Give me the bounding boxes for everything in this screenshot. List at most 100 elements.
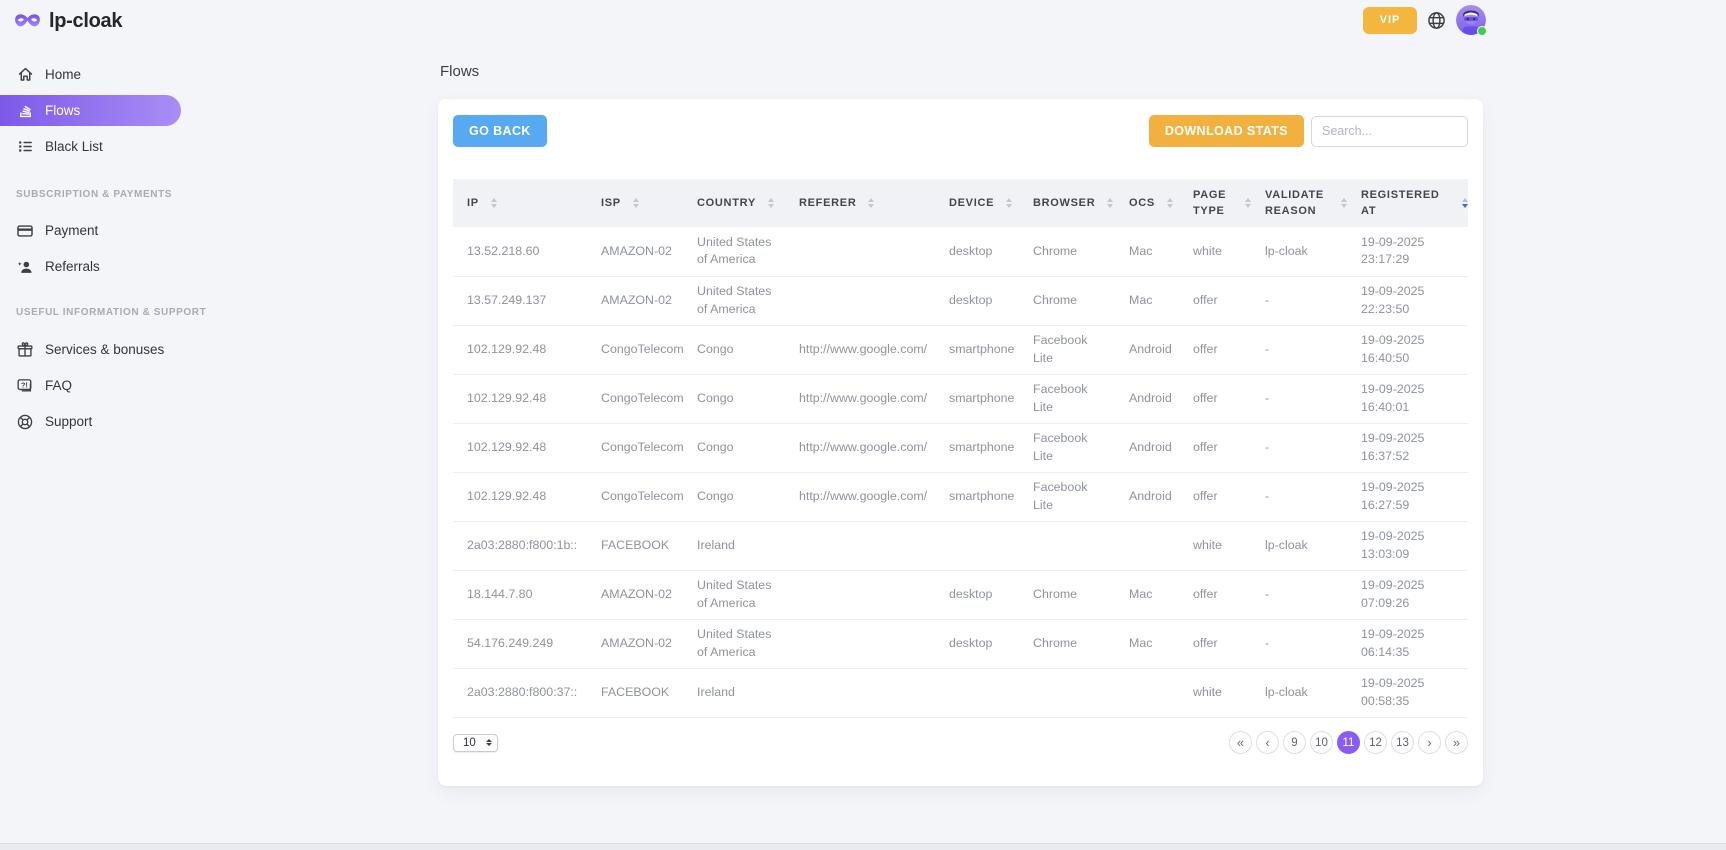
table-row: 2a03:2880:f800:1b::FACEBOOKIrelandwhitel… xyxy=(453,521,1468,570)
cell-country: Ireland xyxy=(683,521,785,570)
sort-icon xyxy=(868,198,874,208)
column-header-validate-reason[interactable]: VALIDATE REASON xyxy=(1251,179,1347,227)
sidebar-item-referrals[interactable]: Referrals xyxy=(0,251,181,282)
toolbar-right: DOWNLOAD STATS xyxy=(1149,115,1468,147)
cell-ocs: Mac xyxy=(1115,276,1179,325)
list-icon xyxy=(16,138,34,156)
cell-validate_reason: - xyxy=(1251,472,1347,521)
sidebar-section-subscription: SUBSCRIPTION & PAYMENTS xyxy=(0,189,181,200)
page-title: Flows xyxy=(438,55,1483,99)
cell-registered_at: 19-09-2025 16:40:01 xyxy=(1347,374,1468,423)
vip-button[interactable]: VIP xyxy=(1363,7,1417,34)
user-avatar[interactable] xyxy=(1456,5,1486,35)
cell-page_type: offer xyxy=(1179,374,1251,423)
sidebar-item-faq[interactable]: ?! FAQ xyxy=(0,370,181,401)
cell-device: desktop xyxy=(935,619,1019,668)
next-page-button[interactable]: › xyxy=(1418,731,1441,754)
last-page-button[interactable]: » xyxy=(1445,731,1468,754)
cell-isp: AMAZON-02 xyxy=(587,570,683,619)
sort-icon xyxy=(633,198,639,208)
cell-registered_at: 19-09-2025 07:09:26 xyxy=(1347,570,1468,619)
page-button-13[interactable]: 13 xyxy=(1391,731,1414,754)
page-button-10[interactable]: 10 xyxy=(1310,731,1333,754)
language-globe-icon[interactable] xyxy=(1427,11,1446,30)
cell-validate_reason: - xyxy=(1251,276,1347,325)
cell-validate_reason: lp-cloak xyxy=(1251,227,1347,276)
cell-device: smartphone xyxy=(935,423,1019,472)
cell-validate_reason: lp-cloak xyxy=(1251,668,1347,717)
cell-referer: http://www.google.com/ xyxy=(785,374,935,423)
cell-ip: 13.57.249.137 xyxy=(453,276,587,325)
sidebar-item-home[interactable]: Home xyxy=(0,59,181,90)
sidebar-item-black-list[interactable]: Black List xyxy=(0,131,181,162)
go-back-button[interactable]: GO BACK xyxy=(453,115,547,147)
cell-referer xyxy=(785,668,935,717)
search-input[interactable] xyxy=(1311,116,1468,147)
sidebar-item-payment[interactable]: Payment xyxy=(0,215,181,246)
sidebar-item-support[interactable]: Support xyxy=(0,406,181,437)
cell-registered_at: 19-09-2025 16:37:52 xyxy=(1347,423,1468,472)
cell-registered_at: 19-09-2025 16:27:59 xyxy=(1347,472,1468,521)
cell-device: smartphone xyxy=(935,374,1019,423)
cell-ocs xyxy=(1115,521,1179,570)
cell-device: desktop xyxy=(935,570,1019,619)
page-button-12[interactable]: 12 xyxy=(1364,731,1387,754)
page-button-9[interactable]: 9 xyxy=(1283,731,1306,754)
column-label: IP xyxy=(467,195,479,212)
column-header-isp[interactable]: ISP xyxy=(587,179,683,227)
column-header-ip[interactable]: IP xyxy=(453,179,587,227)
cell-country: Ireland xyxy=(683,668,785,717)
column-label: PAGE TYPE xyxy=(1193,187,1233,220)
page-button-11[interactable]: 11 xyxy=(1337,731,1360,754)
column-header-browser[interactable]: BROWSER xyxy=(1019,179,1115,227)
logo-text: lp-cloak xyxy=(49,10,122,33)
column-header-device[interactable]: DEVICE xyxy=(935,179,1019,227)
first-page-button[interactable]: « xyxy=(1229,731,1252,754)
faq-bubble-icon: ?! xyxy=(16,377,34,395)
page-size-select[interactable]: 10 xyxy=(453,734,498,752)
cell-referer xyxy=(785,276,935,325)
gift-icon xyxy=(16,341,34,359)
sidebar-item-flows[interactable]: Flows xyxy=(0,95,181,126)
table-row: 2a03:2880:f800:37::FACEBOOKIrelandwhitel… xyxy=(453,668,1468,717)
flows-card: GO BACK DOWNLOAD STATS IP ISP COUNTRY RE… xyxy=(438,99,1483,786)
sidebar-item-services-bonuses[interactable]: Services & bonuses xyxy=(0,334,181,365)
page-size-value: 10 xyxy=(463,737,476,749)
cell-browser: Chrome xyxy=(1019,570,1115,619)
cell-ip: 102.129.92.48 xyxy=(453,472,587,521)
table-row: 102.129.92.48CongoTelecomCongohttp://www… xyxy=(453,423,1468,472)
table-footer: 10 «‹910111213›» xyxy=(453,728,1468,758)
column-header-referer[interactable]: REFERER xyxy=(785,179,935,227)
horizontal-scrollbar-track[interactable] xyxy=(0,843,1726,850)
column-header-country[interactable]: COUNTRY xyxy=(683,179,785,227)
topbar-actions: VIP xyxy=(1363,5,1486,35)
column-header-registered-at[interactable]: REGISTERED AT xyxy=(1347,179,1468,227)
cell-validate_reason: - xyxy=(1251,325,1347,374)
select-stepper-icon xyxy=(486,739,492,746)
column-header-page-type[interactable]: PAGE TYPE xyxy=(1179,179,1251,227)
cell-ip: 13.52.218.60 xyxy=(453,227,587,276)
cell-ocs: Mac xyxy=(1115,227,1179,276)
cell-browser: Facebook Lite xyxy=(1019,472,1115,521)
table-row: 102.129.92.48CongoTelecomCongohttp://www… xyxy=(453,325,1468,374)
column-label: ISP xyxy=(601,195,621,212)
table-row: 13.57.249.137AMAZON-02United States of A… xyxy=(453,276,1468,325)
cell-registered_at: 19-09-2025 00:58:35 xyxy=(1347,668,1468,717)
cell-ip: 18.144.7.80 xyxy=(453,570,587,619)
cell-isp: CongoTelecom xyxy=(587,325,683,374)
cell-browser: Facebook Lite xyxy=(1019,325,1115,374)
cell-ocs: Android xyxy=(1115,325,1179,374)
cell-page_type: offer xyxy=(1179,619,1251,668)
sort-icon xyxy=(1245,198,1251,208)
cell-page_type: white xyxy=(1179,668,1251,717)
sidebar-item-label: Home xyxy=(45,67,81,82)
cell-ocs xyxy=(1115,668,1179,717)
cell-isp: AMAZON-02 xyxy=(587,227,683,276)
cell-browser: Chrome xyxy=(1019,619,1115,668)
column-header-ocs[interactable]: OCS xyxy=(1115,179,1179,227)
download-stats-button[interactable]: DOWNLOAD STATS xyxy=(1149,115,1304,147)
prev-page-button[interactable]: ‹ xyxy=(1256,731,1279,754)
svg-text:?!: ?! xyxy=(21,380,28,389)
cell-country: Congo xyxy=(683,472,785,521)
cell-ocs: Android xyxy=(1115,423,1179,472)
